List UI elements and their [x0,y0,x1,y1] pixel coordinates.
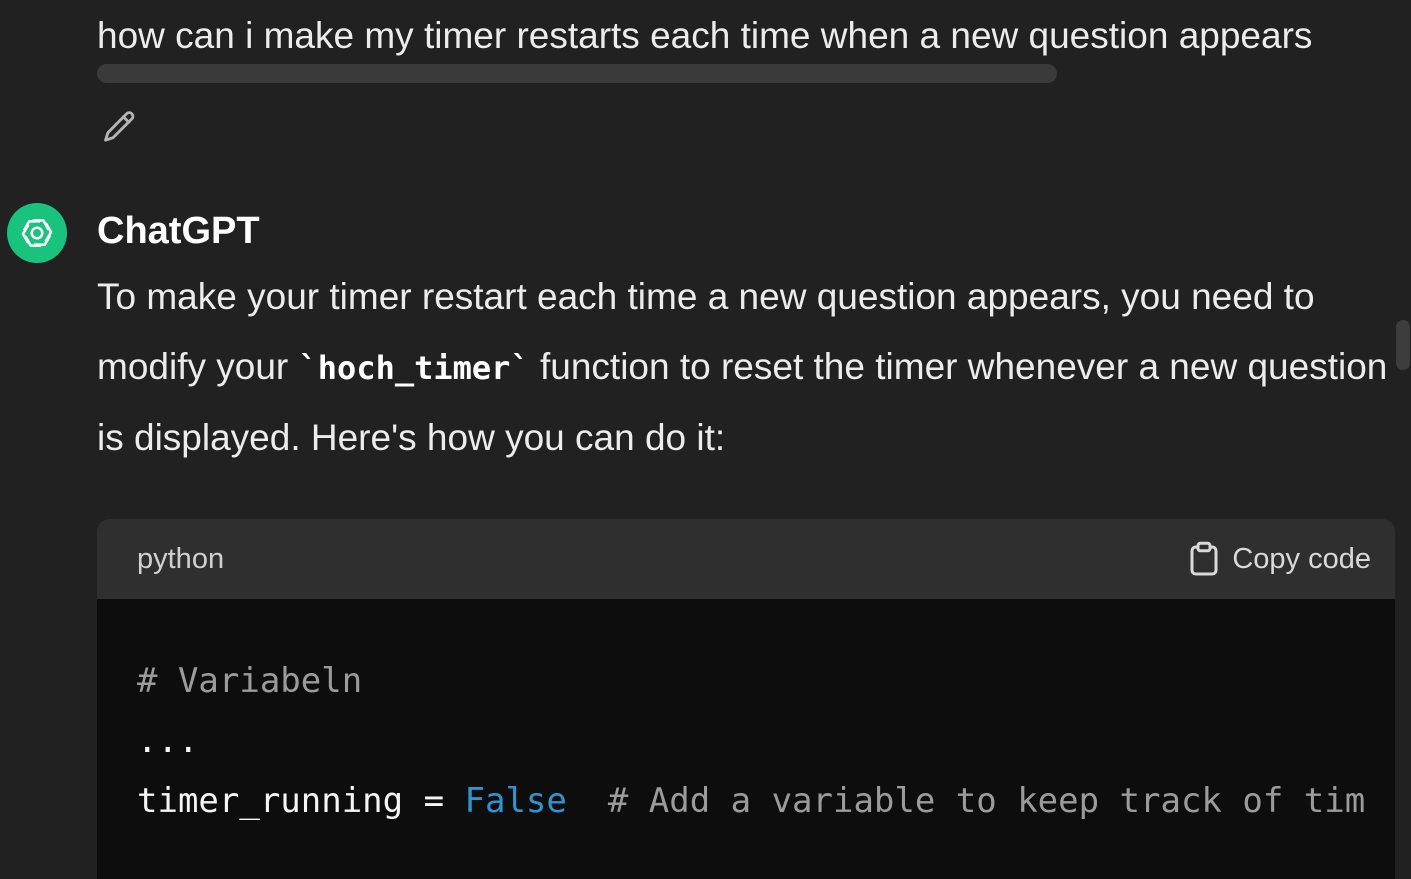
clipboard-icon [1190,541,1218,576]
copy-code-button[interactable]: Copy code [1188,541,1371,577]
code-header: python Copy code [97,519,1395,599]
vertical-scrollbar-thumb[interactable] [1396,320,1410,370]
assistant-name: ChatGPT [97,210,260,252]
code-language-label: python [137,542,225,575]
code-statement: timer_running = [137,781,465,821]
inline-code: `hoch_timer` [298,349,530,387]
code-body: # Variabeln... timer_running = False # Ad… [97,599,1395,831]
code-line-3: timer_running = False # Add a variable t… [137,771,1395,831]
assistant-answer: To make your timer restart each time a n… [97,262,1397,473]
user-message-text: how can i make my timer restarts each ti… [97,15,1313,56]
code-line-2: ... [137,721,199,761]
code-comment: # Add a variable to keep track of tim [566,781,1366,821]
code-comment: # Variabeln [137,661,363,701]
copy-code-label: Copy code [1232,542,1371,575]
pencil-icon[interactable] [100,108,138,146]
horizontal-scrollbar[interactable] [97,64,1057,83]
chatgpt-avatar [7,203,67,263]
code-block: python Copy code # Variabeln... timer_run… [97,519,1395,879]
chat-page: how can i make my timer restarts each ti… [0,0,1411,879]
openai-logo-icon [21,219,53,247]
code-keyword: False [464,781,567,821]
code-line-1: # Variabeln [137,651,1395,711]
